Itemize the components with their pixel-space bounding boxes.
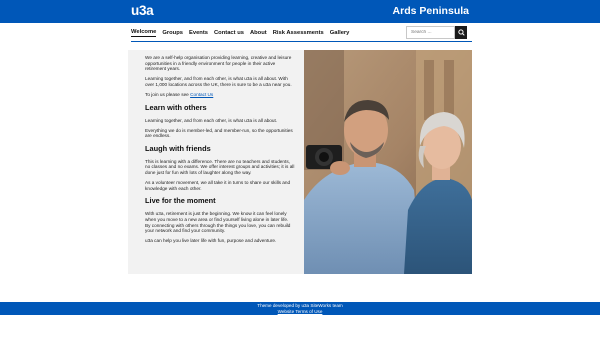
nav-item-groups[interactable]: Groups [162,30,183,37]
search-input[interactable] [406,26,455,39]
join-text: To join us please see [145,91,191,97]
u3a-logo[interactable]: u3a [131,3,154,18]
learn-paragraph-1: Learning together, and from each other, … [145,117,278,123]
hero-photo [304,50,472,274]
search-icon [457,29,465,36]
laugh-paragraph-2: As a volunteer movement, we all take it … [145,180,291,191]
terms-of-use-link[interactable]: Website Terms of Use [0,309,600,315]
nav-divider [131,41,472,42]
laugh-paragraph-1: This is learning with a difference. Ther… [145,158,295,176]
footer: Theme developed by u3a SiteWorks team We… [0,302,600,315]
join-paragraph: To join us please see Contact Us [145,92,295,98]
couple-photo-illustration [304,50,472,274]
nav-item-gallery[interactable]: Gallery [330,30,350,37]
live-paragraph-2: u3a can help you live later life with fu… [145,238,277,244]
nav-item-welcome[interactable]: Welcome [131,29,157,37]
contact-us-link[interactable]: Contact Us [190,92,213,97]
main-content: We are a self-help organisation providin… [145,55,295,248]
nav-item-events[interactable]: Events [189,30,208,37]
heading-live-for-the-moment: Live for the moment [145,196,216,206]
main-nav: Welcome Groups Events Contact us About R… [131,29,349,37]
heading-laugh-with-friends: Laugh with friends [145,143,211,153]
search-button[interactable] [455,26,467,39]
intro-paragraph: We are a self-help organisation providin… [145,55,292,72]
heading-learn-with-others: Learn with others [145,102,207,112]
intro-paragraph-2: Learning together, and from each other, … [145,76,292,87]
nav-item-about[interactable]: About [250,30,267,37]
nav-item-risk-assessments[interactable]: Risk Assessments [273,30,324,37]
live-paragraph-1: With u3a, retirement is just the beginni… [145,211,291,234]
learn-paragraph-2: Everything we do is member-led, and memb… [145,127,293,139]
nav-item-contact-us[interactable]: Contact us [214,30,244,37]
header-bar: u3a Ards Peninsula [0,0,600,23]
site-title[interactable]: Ards Peninsula [393,5,469,17]
search-form [406,26,467,39]
